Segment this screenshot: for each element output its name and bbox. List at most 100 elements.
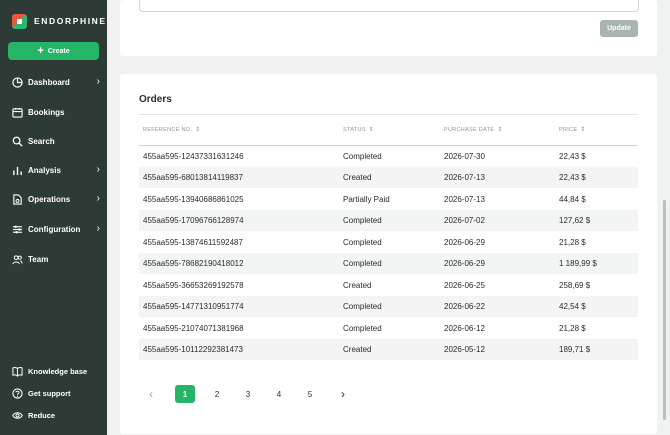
cell-reference: 455aa595-14771310951774: [143, 302, 244, 311]
cell-status: Created: [343, 281, 372, 290]
book-icon: [12, 366, 23, 377]
bar-chart-icon: [13, 166, 22, 175]
cell-status: Completed: [343, 302, 382, 311]
cell-price: 189,71 $: [559, 345, 591, 354]
table-row[interactable]: 455aa595-10112292381473 Created 2026-05-…: [139, 339, 638, 360]
sliders-icon: [12, 225, 23, 233]
cell-price: 44,84 $: [559, 195, 586, 204]
pagination-page-4[interactable]: 4: [269, 385, 289, 403]
table-header-divider: [139, 114, 638, 115]
cell-status: Created: [343, 345, 372, 354]
table-row[interactable]: 455aa595-68013814119837 Created 2026-07-…: [139, 167, 638, 188]
cell-purchase-date: 2026-06-29: [444, 238, 485, 247]
sidebar-item-knowledge-base[interactable]: Knowledge base: [12, 364, 100, 378]
sidebar-item-get-support[interactable]: Get support: [12, 386, 100, 400]
table-row[interactable]: 455aa595-78682190418012 Completed 2026-0…: [139, 253, 638, 274]
chevron-right-icon: ›: [96, 223, 100, 234]
sidebar-item-label: Bookings: [28, 107, 65, 117]
table-row[interactable]: 455aa595-13874611592487 Completed 2026-0…: [139, 232, 638, 253]
sidebar-item-search[interactable]: Search: [12, 134, 100, 148]
cell-purchase-date: 2026-07-13: [444, 195, 485, 204]
sort-icon: ⇕: [368, 127, 375, 133]
cell-price: 1 189,99 $: [559, 259, 597, 268]
column-header-price[interactable]: PRICE ⇕: [559, 126, 586, 133]
sort-icon: ⇕: [580, 127, 586, 133]
cell-status: Completed: [343, 216, 382, 225]
table-row[interactable]: 455aa595-14771310951774 Completed 2026-0…: [139, 296, 638, 317]
sidebar-item-label: Operations: [28, 194, 71, 204]
sidebar-item-label: Analysis: [28, 165, 61, 175]
sidebar-footer-label: Reduce: [28, 410, 56, 420]
cell-purchase-date: 2026-07-30: [444, 152, 485, 161]
create-button[interactable]: + Create: [8, 42, 99, 60]
help-icon: [12, 387, 23, 399]
sidebar-footer-label: Knowledge base: [28, 366, 88, 376]
sidebar-item-label: Configuration: [28, 224, 81, 234]
chevron-right-icon: ›: [96, 193, 100, 204]
cell-price: 21,28 $: [559, 324, 586, 333]
cell-status: Completed: [343, 238, 382, 247]
table-row[interactable]: 455aa595-13940686861025 Partially Paid 2…: [139, 189, 638, 210]
sidebar-item-reduce[interactable]: Reduce: [12, 408, 100, 422]
cell-purchase-date: 2026-07-13: [444, 173, 485, 182]
pagination-page-5[interactable]: 5: [300, 385, 320, 403]
cell-reference: 455aa595-12437331631246: [143, 152, 244, 161]
cell-reference: 455aa595-21074071381968: [143, 324, 244, 333]
cell-status: Completed: [343, 152, 382, 161]
chevron-right-icon: ›: [96, 76, 100, 87]
update-button[interactable]: Update: [600, 20, 638, 37]
table-row[interactable]: 455aa595-36653269192578 Created 2026-06-…: [139, 275, 638, 296]
pagination-next-button[interactable]: ›: [333, 385, 353, 403]
sidebar-item-analysis[interactable]: Analysis ›: [12, 163, 100, 177]
table-row[interactable]: 455aa595-12437331631246 Completed 2026-0…: [139, 146, 638, 167]
sidebar-item-bookings[interactable]: Bookings: [12, 105, 100, 119]
cell-purchase-date: 2026-06-29: [444, 259, 485, 268]
cell-status: Partially Paid: [343, 195, 390, 204]
sidebar-item-label: Team: [28, 254, 49, 264]
brand-logo[interactable]: ENDORPHINE: [12, 12, 107, 30]
cell-purchase-date: 2026-07-02: [444, 216, 485, 225]
table-row[interactable]: 455aa595-21074071381968 Completed 2026-0…: [139, 318, 638, 339]
pagination-page-3[interactable]: 3: [238, 385, 258, 403]
plus-icon: +: [37, 44, 44, 57]
column-header-status[interactable]: STATUS ⇕: [343, 126, 374, 133]
sidebar: ENDORPHINE + Create Dashboard › Bookings…: [0, 0, 107, 435]
cell-price: 21,28 $: [559, 238, 586, 247]
cell-reference: 455aa595-13940686861025: [143, 195, 244, 204]
chevron-right-icon: ›: [341, 387, 345, 401]
column-header-purchase-date[interactable]: PURCHASE DATE ⇕: [444, 126, 503, 133]
search-icon: [12, 136, 23, 147]
pie-chart-icon: [12, 76, 23, 88]
sort-icon: ⇕: [497, 127, 503, 133]
orders-title: Orders: [139, 94, 172, 105]
cell-price: 127,62 $: [559, 216, 591, 225]
sidebar-item-operations[interactable]: Operations ›: [12, 192, 100, 206]
sidebar-footer-label: Get support: [28, 388, 71, 398]
pagination-page-2[interactable]: 2: [207, 385, 227, 403]
table-row[interactable]: 455aa595-17096766128974 Completed 2026-0…: [139, 210, 638, 231]
cell-price: 22,43 $: [559, 152, 586, 161]
pagination-prev-button[interactable]: ‹: [141, 385, 161, 403]
sort-icon: ⇕: [195, 127, 201, 133]
file-gear-icon: [13, 193, 22, 205]
create-button-label: Create: [47, 47, 70, 55]
cell-status: Completed: [343, 259, 382, 268]
brand-name: ENDORPHINE: [34, 16, 107, 26]
eye-icon: [12, 411, 23, 419]
brand-logo-icon: [12, 13, 27, 29]
notes-card: Update: [120, 0, 657, 56]
cell-purchase-date: 2026-06-25: [444, 281, 485, 290]
cell-reference: 455aa595-13874611592487: [143, 238, 243, 247]
team-icon: [12, 254, 23, 264]
pagination-page-1[interactable]: 1: [175, 385, 195, 403]
column-header-reference[interactable]: REFERENCE NO. ⇕: [143, 126, 200, 133]
calendar-icon: [12, 107, 23, 118]
notes-textarea[interactable]: [139, 0, 639, 12]
sidebar-item-team[interactable]: Team: [12, 252, 100, 266]
sidebar-item-dashboard[interactable]: Dashboard ›: [12, 75, 100, 89]
sidebar-item-configuration[interactable]: Configuration ›: [12, 222, 100, 236]
cell-price: 22,43 $: [559, 173, 586, 182]
cell-price: 258,69 $: [559, 281, 591, 290]
page-scrollbar[interactable]: [663, 200, 666, 420]
cell-status: Created: [343, 173, 372, 182]
